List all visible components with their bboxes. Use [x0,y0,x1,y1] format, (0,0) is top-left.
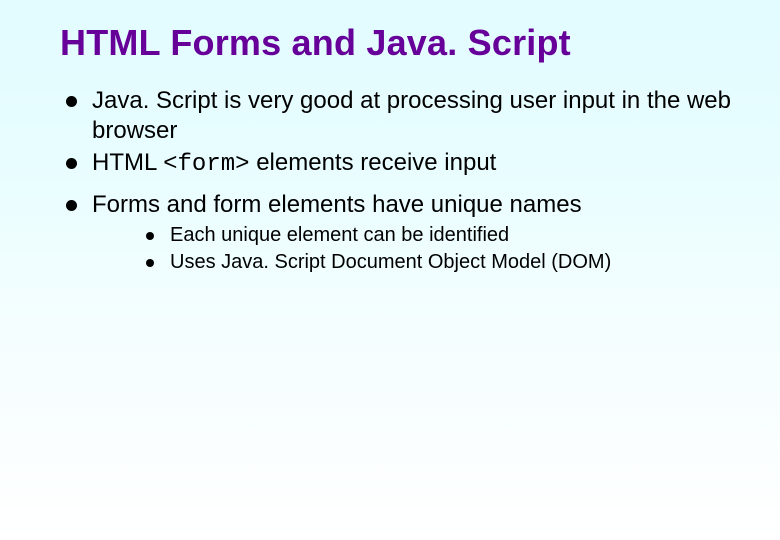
bullet-list-level-1: Java. Script is very good at processing … [60,86,736,180]
sub-bullet-item: Each unique element can be identified [146,222,736,249]
bullet-item: Forms and form elements have unique name… [66,190,736,276]
slide: HTML Forms and Java. Script Java. Script… [0,0,780,540]
spacer [60,182,736,190]
code-literal: <form> [163,151,249,178]
bullet-text: Java. Script is very good at processing … [92,87,731,144]
sub-bullet-text: Uses Java. Script Document Object Model … [170,251,611,273]
bullet-list-level-1: Forms and form elements have unique name… [60,190,736,276]
slide-title: HTML Forms and Java. Script [60,22,736,64]
sub-bullet-text: Each unique element can be identified [170,224,509,246]
bullet-text: Forms and form elements have unique name… [92,191,582,218]
bullet-list-level-2: Each unique element can be identified Us… [92,222,736,276]
bullet-text-prefix: HTML [92,149,163,176]
bullet-item: Java. Script is very good at processing … [66,86,736,146]
sub-bullet-item: Uses Java. Script Document Object Model … [146,249,736,276]
bullet-item: HTML <form> elements receive input [66,148,736,180]
bullet-text-suffix: elements receive input [250,149,497,176]
